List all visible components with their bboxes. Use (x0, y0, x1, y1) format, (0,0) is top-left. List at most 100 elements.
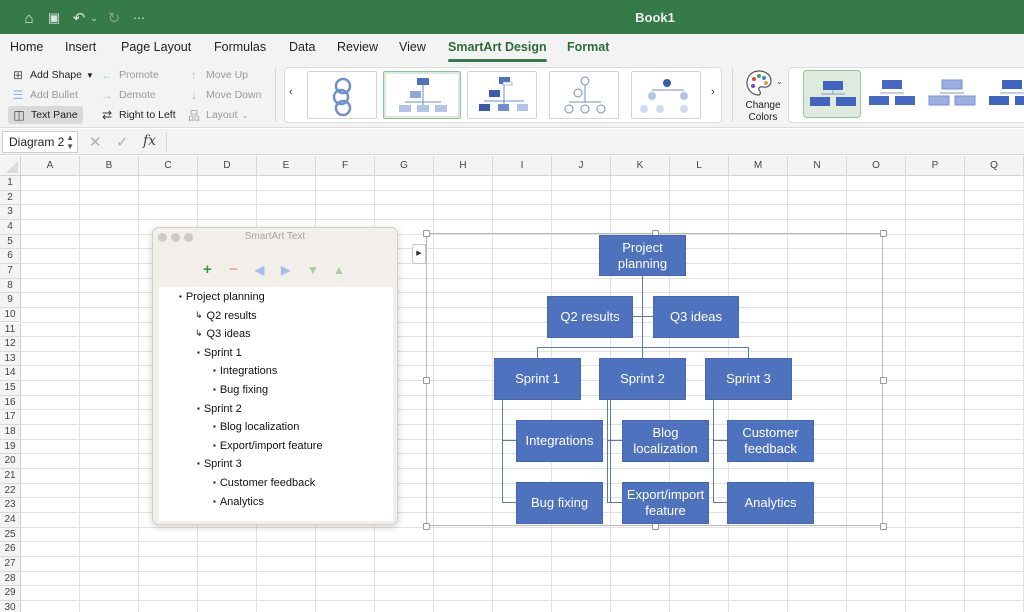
demote-button[interactable]: → Demote (99, 86, 156, 104)
row-header[interactable]: 15 (0, 381, 21, 396)
tab-smartart-design[interactable]: SmartArt Design (448, 40, 547, 62)
resize-handle[interactable] (880, 376, 887, 384)
column-header[interactable]: A (21, 156, 80, 176)
row-header[interactable]: 20 (0, 454, 21, 469)
style-thumb[interactable] (983, 70, 1024, 118)
column-header[interactable]: K (611, 156, 670, 176)
text-pane-button[interactable]: ◫ Text Pane (8, 106, 83, 124)
remove-item-icon[interactable]: − (229, 261, 238, 278)
text-pane-item[interactable]: ▪ Export/import feature (213, 440, 323, 452)
row-header[interactable]: 9 (0, 293, 21, 308)
spinner-icon[interactable]: ▲ ▼ (66, 133, 74, 151)
node-assistant[interactable]: Q3 ideas (653, 296, 739, 338)
move-down-button[interactable]: ↓ Move Down (186, 86, 261, 104)
row-header[interactable]: 18 (0, 425, 21, 440)
text-pane-item[interactable]: ▪ Integrations (213, 365, 277, 377)
add-bullet-button[interactable]: ☰ Add Bullet (10, 86, 78, 104)
node-task[interactable]: Analytics (727, 482, 814, 524)
text-pane-item[interactable]: ↳ Q2 results (195, 310, 257, 322)
column-header[interactable]: O (847, 156, 906, 176)
row-header[interactable]: 25 (0, 527, 21, 543)
column-header[interactable]: M (729, 156, 788, 176)
text-pane-item[interactable]: ↳ Q3 ideas (195, 328, 251, 340)
column-header[interactable]: E (257, 156, 316, 176)
node-assistant[interactable]: Q2 results (547, 296, 633, 338)
text-pane-item[interactable]: ▪ Sprint 2 (197, 403, 242, 415)
tab-page-layout[interactable]: Page Layout (121, 40, 191, 54)
promote-button[interactable]: ← Promote (99, 66, 159, 84)
column-header[interactable]: L (670, 156, 729, 176)
column-header[interactable]: F (316, 156, 375, 176)
move-up-item-icon[interactable]: ▲ (333, 263, 345, 277)
promote-item-icon[interactable]: ◀ (255, 263, 264, 277)
tab-data[interactable]: Data (289, 40, 315, 54)
demote-item-icon[interactable]: ▶ (281, 263, 290, 277)
node-task[interactable]: Integrations (516, 420, 603, 462)
column-header[interactable]: C (139, 156, 198, 176)
node-sprint[interactable]: Sprint 2 (599, 358, 686, 400)
row-header[interactable]: 10 (0, 307, 21, 323)
node-task[interactable]: Blog localization (622, 420, 709, 462)
column-header[interactable]: D (198, 156, 257, 176)
tab-home[interactable]: Home (10, 40, 43, 54)
row-header[interactable]: 12 (0, 337, 21, 352)
column-header[interactable]: B (80, 156, 139, 176)
cancel-icon[interactable]: ✕ (89, 133, 102, 151)
resize-handle[interactable] (880, 523, 887, 530)
text-pane-item[interactable]: ▪ Bug fixing (213, 384, 268, 396)
node-sprint[interactable]: Sprint 3 (705, 358, 792, 400)
style-thumb[interactable] (863, 70, 921, 118)
text-pane-list[interactable]: ▪ Project planning ↳ Q2 results ↳ Q3 ideas ▪ Sp… (159, 287, 393, 521)
node-task[interactable]: Export/import feature (622, 482, 709, 524)
row-header[interactable]: 5 (0, 234, 21, 250)
column-header[interactable]: H (434, 156, 493, 176)
tab-format[interactable]: Format (567, 40, 609, 54)
layout-thumb-name-title-org[interactable] (467, 71, 537, 119)
column-header[interactable]: I (493, 156, 552, 176)
row-header[interactable]: 16 (0, 395, 21, 411)
gallery-prev-button[interactable]: ‹ (289, 86, 293, 98)
text-pane-toggle-button[interactable]: ▶ (412, 244, 426, 264)
row-header[interactable]: 27 (0, 556, 21, 572)
formula-input[interactable] (166, 132, 1022, 152)
node-sprint[interactable]: Sprint 1 (494, 358, 581, 400)
row-header[interactable]: 14 (0, 366, 21, 382)
layout-thumb-hierarchy[interactable] (631, 71, 701, 119)
column-header[interactable]: Q (965, 156, 1024, 176)
tab-formulas[interactable]: Formulas (214, 40, 266, 54)
column-header[interactable]: N (788, 156, 847, 176)
row-header[interactable]: 29 (0, 586, 21, 601)
column-header[interactable]: J (552, 156, 611, 176)
resize-handle[interactable] (423, 523, 430, 530)
layout-thumb-circular[interactable] (307, 71, 377, 119)
row-header[interactable]: 23 (0, 498, 21, 513)
style-thumb[interactable] (923, 70, 981, 118)
resize-handle[interactable] (651, 523, 659, 530)
add-shape-button[interactable]: ⊞ Add Shape ▼ (10, 66, 94, 84)
style-thumb[interactable] (803, 70, 861, 118)
select-all-button[interactable] (0, 156, 21, 176)
resize-handle[interactable] (423, 230, 430, 237)
insert-function-icon[interactable]: fx (143, 133, 156, 149)
row-header[interactable]: 8 (0, 278, 21, 294)
row-header[interactable]: 2 (0, 190, 21, 206)
change-colors-button[interactable]: ⌄ Change Colors (740, 68, 786, 126)
row-header[interactable]: 22 (0, 483, 21, 499)
text-pane-item[interactable]: ▪ Blog localization (213, 421, 299, 433)
node-task[interactable]: Bug fixing (516, 482, 603, 524)
node-task[interactable]: Customer feedback (727, 420, 814, 462)
layout-thumb-org-chart[interactable] (383, 71, 461, 119)
enter-icon[interactable]: ✓ (116, 133, 129, 151)
row-header[interactable]: 30 (0, 600, 21, 612)
tab-review[interactable]: Review (337, 40, 378, 54)
move-down-item-icon[interactable]: ▼ (307, 263, 319, 277)
right-to-left-button[interactable]: ⇄ Right to Left (99, 106, 176, 124)
row-header[interactable]: 26 (0, 542, 21, 557)
row-header[interactable]: 24 (0, 512, 21, 528)
row-header[interactable]: 17 (0, 410, 21, 426)
row-header[interactable]: 3 (0, 205, 21, 220)
tab-insert[interactable]: Insert (65, 40, 96, 54)
gallery-next-button[interactable]: › (711, 86, 715, 98)
layout-button[interactable]: 品 Layout ⌄ (186, 106, 248, 124)
text-pane-item[interactable]: ▪ Project planning (179, 291, 265, 303)
